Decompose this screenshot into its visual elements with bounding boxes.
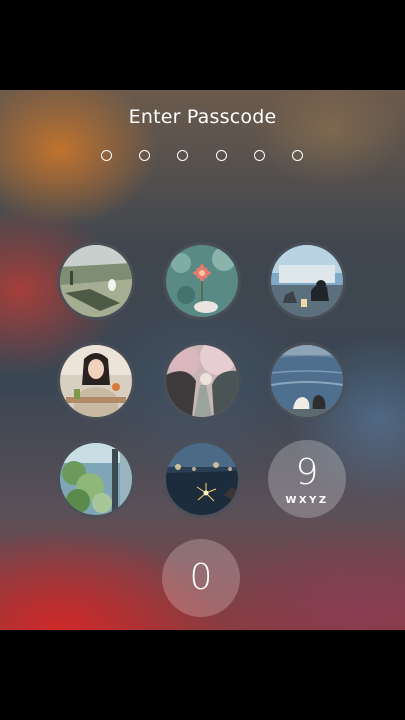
passcode-dot-4 bbox=[216, 150, 227, 161]
cherry-blossom-photo bbox=[166, 345, 238, 417]
keypad-key-2[interactable] bbox=[163, 242, 241, 320]
lock-screen: Enter Passcode 9 WXYZ 0 bbox=[0, 90, 405, 630]
keypad-key-9[interactable]: 9 WXYZ bbox=[268, 440, 346, 518]
keypad-key-7[interactable] bbox=[57, 440, 135, 518]
passcode-dot-2 bbox=[139, 150, 150, 161]
cat-window-photo bbox=[271, 245, 343, 317]
park-grass-photo bbox=[60, 245, 132, 317]
pink-flower-photo bbox=[166, 245, 238, 317]
passcode-dot-1 bbox=[101, 150, 112, 161]
passcode-dot-3 bbox=[177, 150, 188, 161]
key-0-digit: 0 bbox=[189, 557, 213, 598]
passcode-dots bbox=[0, 150, 405, 164]
keypad-key-1[interactable] bbox=[57, 242, 135, 320]
cats-lake-photo bbox=[271, 345, 343, 417]
keypad-key-3[interactable] bbox=[268, 242, 346, 320]
key-9-digit: 9 bbox=[295, 452, 319, 493]
sparkler-night-photo bbox=[166, 443, 238, 515]
keypad-key-0[interactable]: 0 bbox=[162, 539, 240, 617]
passcode-title: Enter Passcode bbox=[128, 106, 277, 128]
keypad-key-4[interactable] bbox=[57, 342, 135, 420]
keypad-key-8[interactable] bbox=[163, 440, 241, 518]
key-9-letters: WXYZ bbox=[285, 495, 329, 506]
passcode-dot-5 bbox=[254, 150, 265, 161]
green-foliage-photo bbox=[60, 443, 132, 515]
woman-cafe-photo bbox=[60, 345, 132, 417]
keypad-key-6[interactable] bbox=[268, 342, 346, 420]
keypad-key-5[interactable] bbox=[163, 342, 241, 420]
passcode-dot-6 bbox=[292, 150, 303, 161]
